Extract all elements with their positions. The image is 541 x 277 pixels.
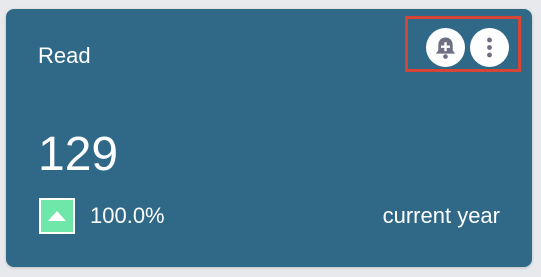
card-actions-highlight <box>405 16 521 72</box>
add-alert-button[interactable] <box>426 28 465 67</box>
bell-plus-icon <box>435 37 456 59</box>
more-vertical-icon <box>487 37 492 58</box>
trend-indicator <box>39 198 75 234</box>
metric-card: Read 129 100.0% current year <box>6 9 532 267</box>
triangle-up-icon <box>48 211 66 221</box>
trend-percent: 100.0% <box>90 203 165 228</box>
card-title: Read <box>38 43 91 68</box>
metric-value: 129 <box>38 128 119 181</box>
period-label: current year <box>382 203 500 228</box>
more-options-button[interactable] <box>470 28 509 67</box>
